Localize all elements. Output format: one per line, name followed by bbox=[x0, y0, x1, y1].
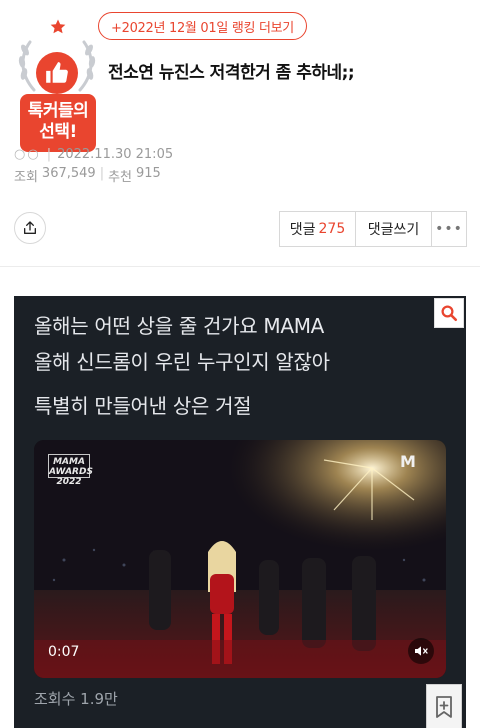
choice-badge: 톡커들의 선택! bbox=[14, 18, 100, 152]
likes-label: 추천 bbox=[108, 170, 132, 185]
broadcaster-logo: M bbox=[400, 452, 416, 471]
author-name: ○○ bbox=[14, 147, 41, 162]
views-label: 조회 bbox=[14, 170, 38, 185]
mute-button[interactable] bbox=[408, 638, 434, 664]
section-divider bbox=[0, 266, 480, 267]
comment-button-group: 댓글 275 댓글쓰기 ••• bbox=[279, 211, 467, 247]
bookmark-button[interactable] bbox=[426, 684, 462, 728]
post-datetime: 2022.11.30 21:05 bbox=[57, 147, 174, 162]
speaker-mute-icon bbox=[415, 646, 428, 656]
share-icon bbox=[24, 221, 36, 234]
ranking-more-link[interactable]: +2022년 12월 01일 랭킹 더보기 bbox=[98, 12, 307, 40]
write-comment-button[interactable]: 댓글쓰기 bbox=[356, 212, 432, 246]
search-icon bbox=[441, 305, 458, 322]
post-title: 전소연 뉴진스 저격한거 좀 추하네;; bbox=[108, 63, 355, 83]
thumbs-up-icon bbox=[36, 52, 78, 94]
meta-separator: | bbox=[46, 147, 52, 162]
mama-logo: MAMA AWARDS 2022 bbox=[48, 454, 93, 487]
share-button[interactable] bbox=[14, 212, 46, 244]
lyric-line-3: 특별히 만들어낸 상은 거절 bbox=[34, 394, 252, 418]
video-frame bbox=[34, 440, 446, 678]
stats-separator: | bbox=[99, 166, 105, 181]
video-views: 조회수 1.9만 bbox=[34, 690, 118, 708]
post-stats: 조회 367,549 | 추천 915 bbox=[14, 166, 161, 185]
post-meta: ○○ | 2022.11.30 21:05 bbox=[14, 147, 173, 162]
likes-value: 915 bbox=[136, 166, 161, 181]
badge-label: 톡커들의 선택! bbox=[20, 94, 96, 152]
comment-count: 275 bbox=[318, 221, 346, 237]
lyric-line-1: 올해는 어떤 상을 줄 건가요 MAMA bbox=[34, 314, 325, 338]
comment-label: 댓글 bbox=[289, 222, 316, 238]
post-image: 올해는 어떤 상을 줄 건가요 MAMA 올해 신드롬이 우린 누구인지 알잖아… bbox=[14, 296, 466, 728]
zoom-button[interactable] bbox=[434, 298, 464, 328]
bookmark-add-icon bbox=[436, 696, 452, 718]
more-options-button[interactable]: ••• bbox=[432, 212, 466, 246]
lyric-line-2: 올해 신드롬이 우린 누구인지 알잖아 bbox=[34, 350, 330, 374]
video-timestamp: 0:07 bbox=[48, 644, 80, 660]
views-value: 367,549 bbox=[41, 166, 96, 181]
comment-button[interactable]: 댓글 275 bbox=[280, 212, 356, 246]
video-player[interactable]: MAMA AWARDS 2022 M 0:07 bbox=[34, 440, 446, 678]
